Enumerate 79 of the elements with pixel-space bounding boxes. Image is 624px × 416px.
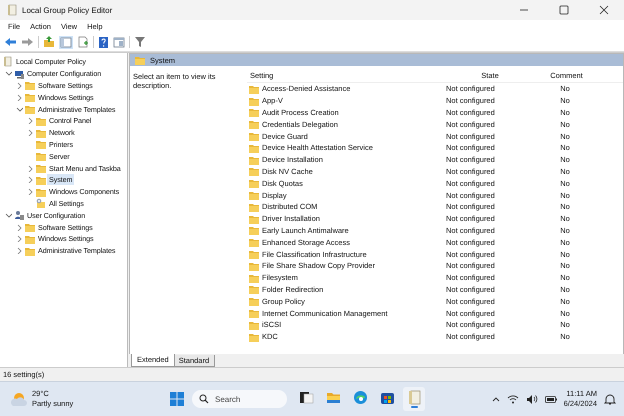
start-icon[interactable]	[170, 392, 184, 406]
folder-icon	[36, 174, 46, 185]
expand-icon[interactable]	[26, 176, 34, 184]
expand-icon[interactable]	[16, 224, 22, 231]
folder-icon	[249, 308, 259, 318]
battery-icon[interactable]	[544, 394, 557, 404]
expand-icon[interactable]	[16, 247, 22, 254]
folder-icon	[249, 166, 259, 176]
folder-icon	[36, 151, 46, 162]
help-icon[interactable]	[98, 36, 109, 48]
collapse-icon[interactable]	[4, 212, 12, 219]
folder-icon	[249, 237, 259, 248]
folder-icon	[36, 128, 46, 138]
folder-icon	[249, 260, 259, 271]
folder-icon	[25, 104, 35, 114]
expand-icon[interactable]	[16, 82, 22, 89]
folder-icon	[249, 119, 259, 130]
filter-icon[interactable]	[134, 36, 146, 48]
folder-icon	[36, 139, 46, 150]
folder-icon	[249, 107, 259, 118]
chevron-up-icon[interactable]	[492, 396, 500, 402]
search-icon	[199, 394, 209, 404]
folder-icon	[36, 116, 46, 126]
folder-icon	[25, 92, 35, 102]
active-indicator	[410, 406, 418, 408]
folder-icon	[249, 284, 259, 294]
folder-icon	[249, 225, 259, 236]
folder-icon	[249, 332, 259, 342]
app-icon	[6, 4, 17, 16]
tree-toggle-icon[interactable]	[60, 36, 72, 48]
window-title: Local Group Policy Editor	[22, 6, 114, 14]
folder-icon	[249, 214, 259, 224]
search-field[interactable]: Search	[192, 390, 287, 408]
up-folder-icon[interactable]	[43, 36, 55, 48]
folder-icon	[135, 55, 145, 65]
export-icon[interactable]	[77, 36, 89, 48]
back-icon[interactable]	[4, 37, 17, 47]
expand-icon[interactable]	[16, 235, 22, 242]
forward-icon[interactable]	[21, 37, 34, 47]
computer-icon	[14, 68, 24, 79]
folder-icon	[249, 142, 259, 153]
notification-icon[interactable]	[604, 393, 616, 405]
folder-icon	[36, 186, 46, 197]
expand-icon[interactable]	[26, 129, 34, 136]
folder-icon	[36, 163, 46, 174]
folder-icon[interactable]	[326, 390, 340, 405]
wifi-icon[interactable]	[506, 394, 519, 404]
folder-icon	[249, 202, 259, 212]
expand-icon[interactable]	[26, 117, 34, 124]
folder-icon	[25, 80, 35, 90]
folder-icon	[249, 296, 259, 306]
folder-icon	[25, 234, 35, 244]
collapse-icon[interactable]	[4, 70, 12, 78]
volume-icon[interactable]	[526, 394, 538, 404]
expand-icon[interactable]	[16, 94, 22, 101]
expand-icon[interactable]	[26, 164, 34, 172]
store-icon[interactable]	[380, 390, 394, 405]
console-icon[interactable]	[113, 36, 125, 48]
folder-icon	[249, 84, 259, 94]
expand-icon[interactable]	[26, 188, 34, 196]
task-view-icon[interactable]	[298, 390, 314, 405]
folder-icon	[249, 154, 259, 165]
folder-icon	[249, 249, 259, 260]
folder-icon	[249, 178, 259, 188]
folder-icon	[25, 222, 35, 232]
weather-icon	[10, 391, 28, 407]
folder-icon	[25, 246, 35, 256]
user-icon	[14, 210, 24, 220]
browser-icon[interactable]	[352, 390, 368, 405]
folder-icon	[249, 190, 259, 200]
scroll-icon	[3, 56, 13, 68]
close-icon[interactable]	[599, 5, 609, 15]
collapse-icon[interactable]	[16, 106, 22, 113]
folder-icon	[249, 320, 259, 330]
settings-icon	[36, 198, 46, 208]
folder-icon	[249, 131, 259, 142]
folder-icon	[249, 96, 259, 106]
folder-icon	[249, 272, 259, 283]
maximize-icon[interactable]	[559, 5, 569, 15]
